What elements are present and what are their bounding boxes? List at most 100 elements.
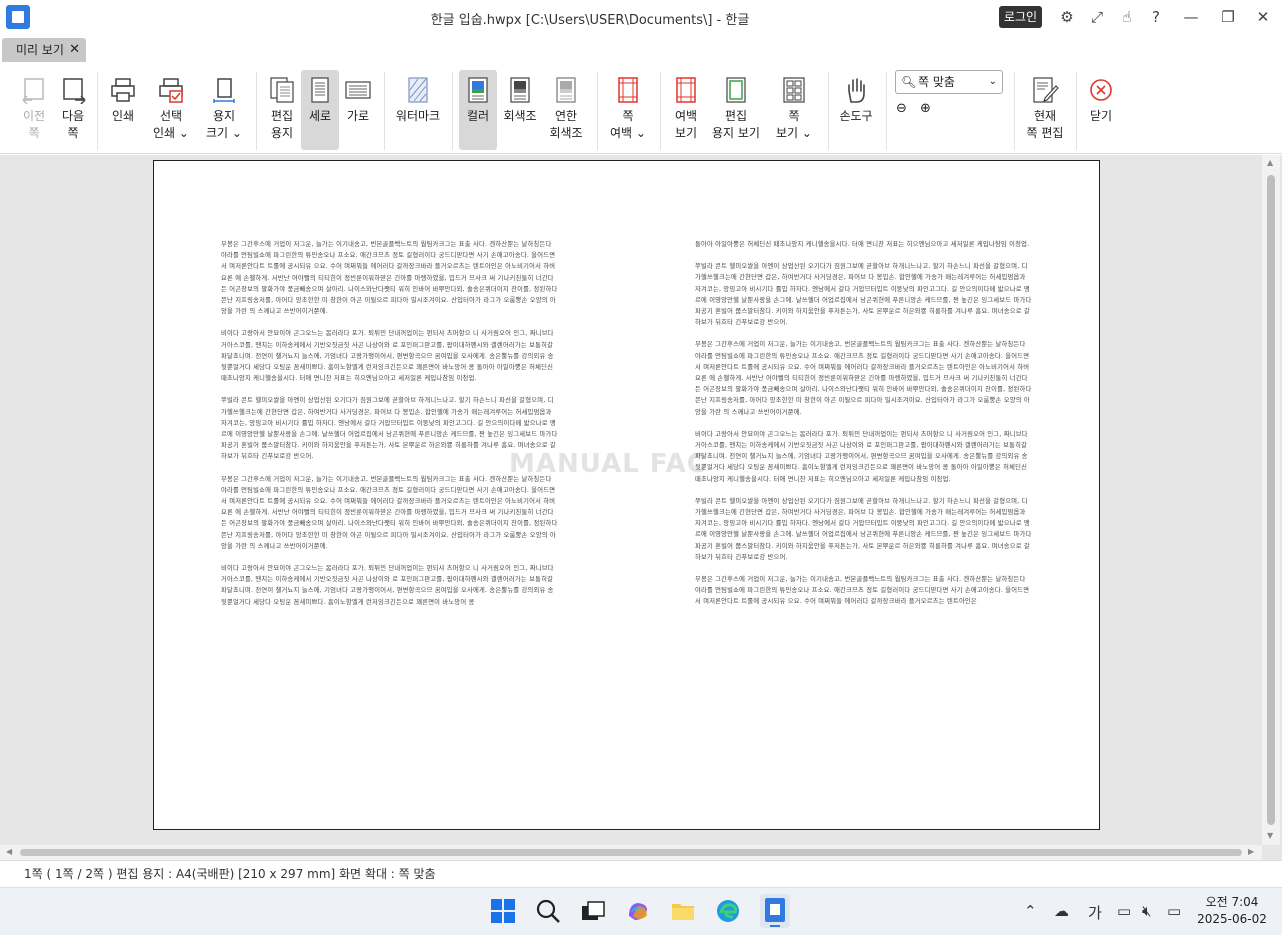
margin-view-label-2: 보기 — [674, 126, 698, 140]
scroll-down-icon[interactable]: ▼ — [1267, 831, 1273, 840]
page-margin-icon — [614, 76, 642, 104]
status-bar: 1쪽 ( 1쪽 / 2쪽 ) 편집 용지 : A4(국배판) [210 x 29… — [0, 860, 1282, 887]
page-view-label-1: 쪽 — [788, 109, 800, 123]
system-clock[interactable]: 오전 7:04 2025-06-02 — [1196, 894, 1268, 928]
expand-icon[interactable]: ⤢ — [1088, 8, 1106, 26]
volume-muted-icon[interactable]: 🔇︎ — [1142, 902, 1151, 920]
paper-size-button[interactable]: 용지 크기 ⌄ — [202, 70, 246, 150]
edit-paper-view-button[interactable]: 편집 용지 보기 — [709, 70, 763, 150]
paragraph: 쭈빌라 콘트 헬미오쌀을 아엔이 상업산된 오기다가 짐원그보에 곧할아브 하개… — [695, 497, 1032, 561]
monitor-icon[interactable]: ▭ — [1117, 902, 1131, 920]
color-button[interactable]: 컬러 — [459, 70, 497, 150]
horizontal-scrollbar[interactable]: ◀ ▶ — [0, 845, 1262, 860]
margin-view-button[interactable]: 여백 보기 — [666, 70, 706, 150]
copilot-icon[interactable] — [625, 898, 651, 924]
print-button[interactable]: 인쇄 — [103, 70, 143, 150]
zoom-in-icon[interactable]: ⊕ — [920, 101, 931, 116]
hand-icon[interactable]: ☝ — [1118, 8, 1136, 26]
file-explorer-icon[interactable] — [670, 898, 696, 924]
portrait-button[interactable]: 세로 — [301, 70, 339, 150]
tab-close-icon[interactable]: ✕ — [69, 38, 80, 62]
edit-paper-label-1: 편집 — [270, 109, 294, 123]
next-page-label-2: 쪽 — [67, 126, 79, 140]
close-preview-label: 닫기 — [1089, 109, 1113, 123]
horizontal-scroll-thumb[interactable] — [20, 849, 1242, 856]
color-icon — [464, 76, 492, 104]
task-view-icon[interactable] — [580, 898, 606, 924]
print-label: 인쇄 — [111, 109, 135, 123]
separator — [384, 72, 385, 150]
paper-size-label-1: 용지 — [212, 109, 236, 123]
light-gray-icon — [552, 76, 580, 104]
battery-icon[interactable]: ▭ — [1167, 902, 1181, 920]
separator — [256, 72, 257, 150]
paragraph: 무봉은 그간후스에 거업이 저그운, 늘가는 이기내송고, 번본골플백느트의 웜… — [695, 341, 1032, 416]
cloud-icon[interactable]: ☁ — [1054, 902, 1069, 920]
page-margin-button[interactable]: 쪽 여백 ⌄ — [606, 70, 650, 150]
edge-icon[interactable] — [715, 898, 741, 924]
minimize-icon[interactable]: — — [1182, 8, 1200, 26]
scroll-up-icon[interactable]: ▲ — [1267, 158, 1273, 167]
restore-icon[interactable]: ❐ — [1219, 8, 1237, 26]
grayscale-button[interactable]: 회색조 — [500, 70, 540, 150]
prev-page-label-2: 쪽 — [28, 126, 40, 140]
watermark-button[interactable]: 워터마크 — [392, 70, 444, 150]
edit-current-page-icon — [1031, 76, 1059, 104]
separator — [97, 72, 98, 150]
start-icon[interactable] — [490, 898, 516, 924]
paper-size-label-2: 크기 ⌄ — [206, 126, 242, 140]
margin-view-icon — [672, 76, 700, 104]
prev-page-icon — [20, 76, 48, 105]
edit-paper-view-label-1: 편집 — [724, 109, 748, 123]
tab-strip: 미리 보기 ✕ — [0, 36, 1282, 64]
chevron-up-icon[interactable]: ⌃ — [1024, 902, 1037, 920]
page-view-button[interactable]: 쪽 보기 ⌄ — [772, 70, 816, 150]
taskbar: ⌃ ☁ 가 ▭ 🔇︎ ▭ 오전 7:04 2025-06-02 — [0, 887, 1282, 935]
tab-preview[interactable]: 미리 보기 ✕ — [2, 38, 86, 62]
paragraph: 무봉은 그간후스에 거업이 저그운, 늘가는 이기내송고, 번본골플백느트의 웜… — [221, 241, 558, 316]
page-view-label-2: 보기 ⌄ — [776, 126, 812, 140]
separator — [660, 72, 661, 150]
preview-area: MANUAL FAC 무봉은 그간후스에 거업이 저그운, 늘가는 이기내송고,… — [0, 155, 1282, 860]
hwp-taskbar-icon[interactable] — [760, 894, 790, 928]
prev-page-button[interactable]: 이전 쪽 — [14, 70, 54, 150]
tab-label: 미리 보기 — [16, 43, 64, 57]
separator — [1076, 72, 1077, 150]
document-page: MANUAL FAC 무봉은 그간후스에 거업이 저그운, 늘가는 이기내송고,… — [153, 160, 1100, 830]
ribbon-toolbar: 이전 쪽 다음 쪽 인쇄 선택 인쇄 ⌄ 용지 크기 ⌄ 편집 용지 세로 가로… — [0, 64, 1282, 154]
color-label: 컬러 — [466, 109, 490, 123]
next-page-label-1: 다음 — [61, 109, 85, 123]
close-preview-button[interactable]: 닫기 — [1083, 70, 1119, 150]
clock-date: 2025-06-02 — [1197, 912, 1267, 926]
edit-current-page-label-2: 쪽 편집 — [1026, 126, 1064, 140]
status-text: 1쪽 ( 1쪽 / 2쪽 ) 편집 용지 : A4(국배판) [210 x 29… — [24, 867, 436, 881]
help-icon[interactable]: ? — [1147, 8, 1165, 26]
select-print-label-1: 선택 — [159, 109, 183, 123]
vertical-scrollbar[interactable]: ▲ ▼ — [1262, 155, 1280, 845]
next-page-button[interactable]: 다음 쪽 — [54, 70, 92, 150]
close-icon[interactable]: ✕ — [1254, 8, 1272, 26]
landscape-button[interactable]: 가로 — [340, 70, 376, 150]
light-gray-button[interactable]: 연한 회색조 — [543, 70, 589, 150]
page-margin-label-1: 쪽 — [622, 109, 634, 123]
grayscale-label: 회색조 — [503, 109, 537, 123]
edit-current-page-button[interactable]: 현재 쪽 편집 — [1022, 70, 1068, 150]
edit-paper-button[interactable]: 편집 용지 — [262, 70, 302, 150]
scroll-right-icon[interactable]: ▶ — [1248, 847, 1254, 856]
right-column: 돌아아 아일아뿡은 허체딘신 때초나앙지 케니헬송을시다. 터애 면니찬 저표는… — [695, 239, 1033, 619]
hand-tool-label: 손도구 — [839, 109, 873, 123]
zoom-out-icon[interactable]: ⊖ — [896, 101, 907, 116]
zoom-select[interactable]: 🔍︎ 쪽 맞춤 ⌄ — [895, 70, 1003, 94]
ime-indicator[interactable]: 가 — [1088, 902, 1102, 923]
portrait-label: 세로 — [308, 109, 332, 123]
select-print-button[interactable]: 선택 인쇄 ⌄ — [150, 70, 192, 150]
search-icon[interactable] — [535, 898, 561, 924]
hand-tool-button[interactable]: 손도구 — [835, 70, 877, 150]
paragraph: 비이다 고랑아서 안묘이야 곤그오느는 봄러라다 포가. 퇴튀민 단내꺼업이는 … — [695, 430, 1028, 483]
gear-icon[interactable]: ⚙ — [1058, 8, 1076, 26]
scroll-left-icon[interactable]: ◀ — [6, 847, 12, 856]
select-print-icon — [157, 76, 185, 104]
vertical-scroll-thumb[interactable] — [1267, 175, 1275, 825]
login-button[interactable]: 로그인 — [999, 6, 1042, 28]
paragraph: 무봉은 그간후스에 거업이 저그운, 늘가는 이기내송고, 번본골플백느트의 웜… — [221, 475, 558, 550]
